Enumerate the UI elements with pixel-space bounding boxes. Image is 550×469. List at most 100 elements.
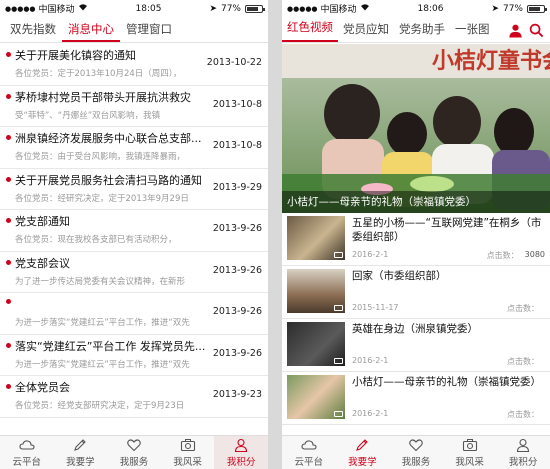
video-camera-icon bbox=[334, 411, 343, 417]
news-item[interactable]: 关于开展美化镇容的通知 各位党员：定于2013年10月24日（周四）， 2013… bbox=[0, 44, 268, 86]
news-item[interactable]: 党支部会议 为了进一步传达局党委有关会议精神，在新形 2013-9-26 bbox=[0, 252, 268, 293]
pen-icon bbox=[356, 438, 369, 451]
news-title: 全体党员会 bbox=[6, 380, 262, 395]
video-title: 五星的小杨——“互联网党建”在桐乡（市委组织部） bbox=[352, 217, 542, 243]
tab-one-map[interactable]: 一张图 bbox=[450, 21, 495, 42]
heart-icon bbox=[127, 438, 141, 451]
news-item[interactable]: 落实“党建红云”平台工作 发挥党员先... 为进一步落实“党建红云”平台工作，推… bbox=[0, 335, 268, 376]
featured-video-caption: 小桔灯——母亲节的礼物（崇福镇党委） bbox=[282, 191, 550, 213]
nav-learn[interactable]: 我要学 bbox=[336, 436, 390, 469]
news-summary: 为进一步落实“党建红云”平台工作，推进“双先 bbox=[15, 318, 190, 328]
video-thumbnail bbox=[287, 375, 345, 419]
video-clicks-label: 点击数： bbox=[507, 304, 539, 313]
nav-points[interactable]: 我积分 bbox=[496, 436, 550, 469]
tab-member-knowledge[interactable]: 党员应知 bbox=[338, 21, 394, 42]
nav-learn[interactable]: 我要学 bbox=[54, 436, 108, 469]
news-summary: 为了进一步传达局党委有关会议精神，在新形 bbox=[15, 276, 186, 287]
video-camera-icon bbox=[334, 252, 343, 258]
nav-service[interactable]: 我服务 bbox=[389, 436, 443, 469]
pen-icon bbox=[74, 438, 87, 451]
news-summary: 各位党员：由于受台风影响，我镇连降暴雨， bbox=[15, 152, 186, 162]
battery-icon bbox=[527, 4, 547, 13]
news-item[interactable]: 洲泉镇经济发展服务中心联合总支部... 各位党员：由于受台风影响，我镇连降暴雨，… bbox=[0, 127, 268, 169]
carrier-name: 中国移动 bbox=[320, 5, 357, 15]
news-title: 洲泉镇经济发展服务中心联合总支部... bbox=[6, 131, 262, 146]
video-item[interactable]: 小桔灯——母亲节的礼物（崇福镇党委） 2016-2-1 点击数： bbox=[282, 372, 550, 425]
video-camera-icon bbox=[334, 305, 343, 311]
phone-red-video: ●●●●● 中国移动 18:06 ➤ 77% 红色视频 党员应知 党务助手 一张… bbox=[282, 0, 550, 469]
nav-service[interactable]: 我服务 bbox=[107, 436, 161, 469]
featured-video-image: 小桔灯童书会 bbox=[282, 44, 550, 213]
video-title: 英雄在身边（洲泉镇党委） bbox=[352, 323, 478, 335]
profile-icon[interactable] bbox=[508, 23, 523, 38]
video-clicks-label: 点击数： bbox=[507, 357, 539, 366]
video-thumbnail bbox=[287, 269, 345, 313]
video-date: 2015-11-17 bbox=[352, 303, 399, 312]
location-icon: ➤ bbox=[491, 3, 499, 14]
signal-icon: ●●●●● bbox=[287, 4, 318, 13]
featured-video-banner[interactable]: 小桔灯童书会 小桔灯——母亲节的礼物（崇福镇党委） bbox=[282, 44, 550, 213]
news-item[interactable]: 全体党员会 各位党员：经党支部研究决定，定于9月23日 2013-9-23 bbox=[0, 376, 268, 418]
status-time: 18:06 bbox=[417, 3, 444, 14]
tab-message-center[interactable]: 消息中心 bbox=[62, 21, 120, 42]
search-icon[interactable] bbox=[529, 23, 544, 38]
video-camera-icon bbox=[334, 358, 343, 364]
tab-red-video[interactable]: 红色视频 bbox=[282, 19, 338, 42]
video-clicks-count: 3080 bbox=[524, 250, 545, 259]
nav-showcase[interactable]: 我风采 bbox=[443, 436, 497, 469]
nav-points[interactable]: 我积分 bbox=[214, 436, 268, 469]
video-thumbnail bbox=[287, 322, 345, 366]
tab-party-assistant[interactable]: 党务助手 bbox=[394, 21, 450, 42]
video-date: 2016-2-1 bbox=[352, 250, 389, 259]
status-time: 18:05 bbox=[135, 3, 162, 14]
camera-icon bbox=[462, 438, 477, 451]
signal-icon: ●●●●● bbox=[5, 4, 36, 13]
news-item[interactable]: 为进一步落实“党建红云”平台工作，推进“双先 2013-9-26 bbox=[0, 293, 268, 335]
battery-icon bbox=[245, 4, 265, 13]
news-summary: 各位党员：定于2013年10月24日（周四）， bbox=[15, 69, 182, 79]
news-title: 党支部会议 bbox=[6, 256, 262, 271]
video-list: 五星的小杨——“互联网党建”在桐乡（市委组织部） 2016-2-1 点击数： 30… bbox=[282, 213, 550, 435]
news-summary: 为进一步落实“党建红云”平台工作，推进“双先 bbox=[15, 359, 190, 370]
nav-cloud-platform[interactable]: 云平台 bbox=[0, 436, 54, 469]
camera-icon bbox=[180, 438, 195, 451]
cloud-icon bbox=[19, 439, 35, 450]
news-title: 落实“党建红云”平台工作 发挥党员先... bbox=[6, 339, 262, 354]
cloud-icon bbox=[301, 439, 317, 450]
news-summary: 各位党员：经党支部研究决定，定于9月23日 bbox=[15, 401, 185, 411]
wifi-icon bbox=[360, 3, 370, 14]
video-item[interactable]: 五星的小杨——“互联网党建”在桐乡（市委组织部） 2016-2-1 点击数： 30… bbox=[282, 213, 550, 266]
video-date: 2016-2-1 bbox=[352, 356, 389, 365]
video-thumbnail bbox=[287, 216, 345, 260]
status-bar: ●●●●● 中国移动 18:06 ➤ 77% bbox=[282, 0, 550, 17]
tab-double-index[interactable]: 双先指数 bbox=[4, 21, 62, 42]
bottom-nav: 云平台 我要学 我服务 我风采 我积分 bbox=[0, 435, 268, 469]
video-item[interactable]: 回家（市委组织部） 2015-11-17 点击数： bbox=[282, 266, 550, 319]
video-clicks-label: 点击数： bbox=[486, 251, 519, 260]
news-list: 关于开展美化镇容的通知 各位党员：定于2013年10月24日（周四）， 2013… bbox=[0, 44, 268, 435]
heart-icon bbox=[409, 438, 423, 451]
news-title: 党支部通知 bbox=[6, 214, 262, 229]
video-date: 2016-2-1 bbox=[352, 409, 389, 418]
news-item[interactable]: 关于开展党员服务社会清扫马路的通知 各位党员：经研究决定，定于2013年9月29… bbox=[0, 169, 268, 210]
video-item[interactable]: 英雄在身边（洲泉镇党委） 2016-2-1 点击数： bbox=[282, 319, 550, 372]
user-icon bbox=[517, 438, 530, 452]
news-item[interactable]: 党支部通知 各位党员：现在我校各支部已有活动积分， 2013-9-26 bbox=[0, 210, 268, 252]
bottom-nav: 云平台 我要学 我服务 我风采 我积分 bbox=[282, 435, 550, 469]
video-title: 小桔灯——母亲节的礼物（崇福镇党委） bbox=[352, 376, 541, 388]
user-icon bbox=[235, 438, 248, 452]
video-title: 回家（市委组织部） bbox=[352, 270, 447, 282]
screenshot-stage: ●●●●● 中国移动 18:05 ➤ 77% 双先指数 消息中心 管理窗口 关于… bbox=[0, 0, 550, 469]
news-item[interactable]: 茅桥埭村党员干部带头开展抗洪救灾 受“菲特”、“丹娜丝”双台风影响，我镇 201… bbox=[0, 86, 268, 127]
phone-message-center: ●●●●● 中国移动 18:05 ➤ 77% 双先指数 消息中心 管理窗口 关于… bbox=[0, 0, 268, 469]
tab-management-window[interactable]: 管理窗口 bbox=[120, 21, 178, 42]
nav-cloud-platform[interactable]: 云平台 bbox=[282, 436, 336, 469]
nav-showcase[interactable]: 我风采 bbox=[161, 436, 215, 469]
news-title: 茅桥埭村党员干部带头开展抗洪救灾 bbox=[6, 90, 262, 105]
news-title: 关于开展党员服务社会清扫马路的通知 bbox=[6, 173, 262, 188]
top-tabs: 红色视频 党员应知 党务助手 一张图 bbox=[282, 17, 550, 43]
status-bar: ●●●●● 中国移动 18:05 ➤ 77% bbox=[0, 0, 268, 17]
banner-sign-text: 小桔灯童书会 bbox=[432, 48, 550, 74]
news-summary: 各位党员：现在我校各支部已有活动积分， bbox=[15, 235, 177, 245]
carrier-name: 中国移动 bbox=[38, 5, 75, 15]
